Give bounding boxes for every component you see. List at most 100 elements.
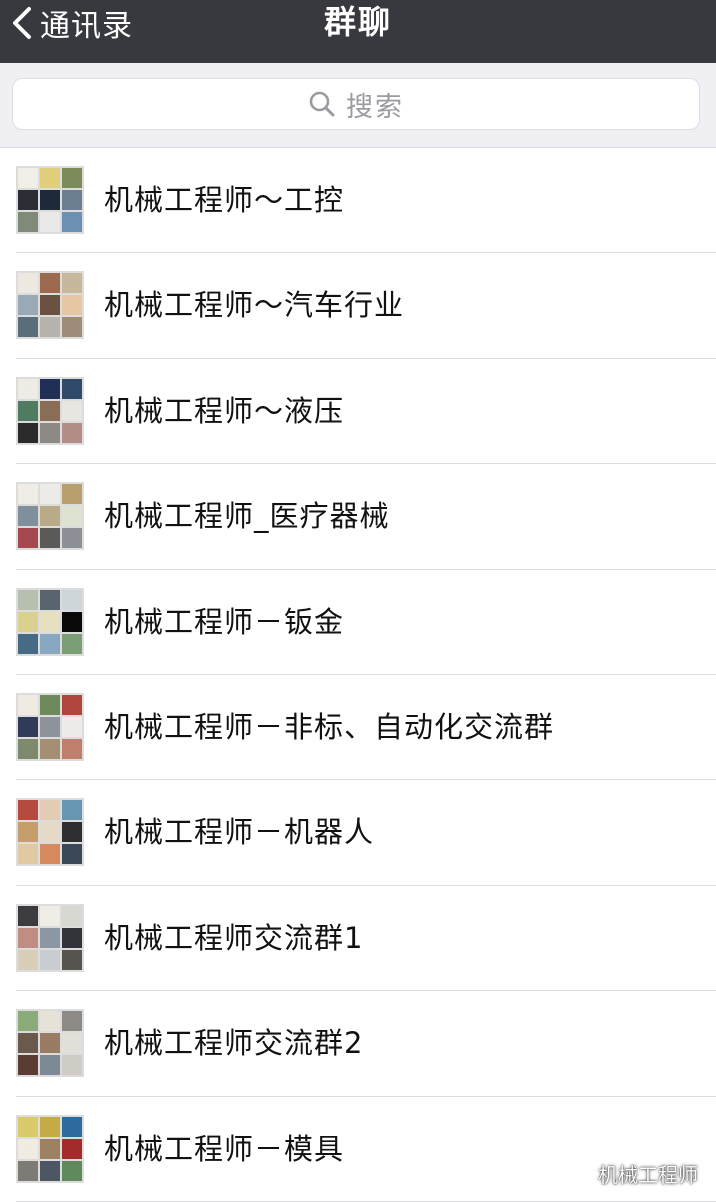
member-avatar-tile xyxy=(40,378,60,399)
member-avatar-tile xyxy=(40,212,60,232)
member-avatar-tile xyxy=(62,822,82,843)
group-avatar xyxy=(16,1009,84,1078)
member-avatar-tile xyxy=(18,1116,38,1137)
group-row[interactable]: 机械工程师交流群1 xyxy=(0,886,716,992)
group-name: 机械工程师－钣金 xyxy=(104,604,345,639)
member-avatar-tile xyxy=(40,589,60,610)
search-placeholder: 搜索 xyxy=(346,91,404,123)
member-avatar-tile xyxy=(40,422,60,443)
member-avatar-tile xyxy=(62,422,82,443)
group-name: 机械工程师－非标、自动化交流群 xyxy=(104,709,555,744)
group-name: 机械工程师－机器人 xyxy=(104,815,375,850)
member-avatar-tile xyxy=(62,1055,82,1076)
group-name: 机械工程师～液压 xyxy=(104,393,345,428)
group-avatar xyxy=(16,587,84,656)
group-name: 机械工程师_医疗器械 xyxy=(104,499,390,534)
member-avatar-tile xyxy=(18,905,38,926)
group-avatar xyxy=(16,798,84,867)
member-avatar-tile xyxy=(18,422,38,443)
member-avatar-tile xyxy=(62,1033,82,1054)
member-avatar-tile xyxy=(18,528,38,549)
member-avatar-tile xyxy=(40,190,60,210)
member-avatar-tile xyxy=(18,949,38,970)
navigation-bar: 通讯录 群聊 xyxy=(0,0,716,63)
group-row[interactable]: 机械工程师－钣金 xyxy=(0,570,716,676)
member-avatar-tile xyxy=(62,1160,82,1181)
member-avatar-tile xyxy=(40,1011,60,1032)
member-avatar-tile xyxy=(18,190,38,210)
member-avatar-tile xyxy=(62,738,82,759)
group-chats-screen: 通讯录 群聊 搜索 机械工程师～工控 机械工程师～汽车行业 机械工程师～液压 机械工程… xyxy=(0,0,716,1202)
member-avatar-tile xyxy=(40,528,60,549)
member-avatar-tile xyxy=(40,633,60,654)
member-avatar-tile xyxy=(40,611,60,632)
member-avatar-tile xyxy=(62,694,82,715)
member-avatar-tile xyxy=(40,400,60,421)
member-avatar-tile xyxy=(18,1033,38,1054)
member-avatar-tile xyxy=(40,1055,60,1076)
member-avatar-tile xyxy=(62,273,82,294)
group-row[interactable]: 机械工程师～汽车行业 xyxy=(0,253,716,360)
member-avatar-tile xyxy=(62,1138,82,1159)
member-avatar-tile xyxy=(18,506,38,527)
search-input[interactable]: 搜索 xyxy=(12,78,700,130)
wechat-official-icon xyxy=(571,1163,591,1184)
member-avatar-tile xyxy=(40,905,60,926)
page-title: 群聊 xyxy=(323,3,392,41)
group-avatar xyxy=(16,271,84,340)
group-row[interactable]: 机械工程师_医疗器械 xyxy=(0,464,716,570)
member-avatar-tile xyxy=(62,633,82,654)
member-avatar-tile xyxy=(62,506,82,527)
watermark: 机械工程师 xyxy=(570,1159,698,1188)
member-avatar-tile xyxy=(62,589,82,610)
member-avatar-tile xyxy=(62,1011,82,1032)
member-avatar-tile xyxy=(18,927,38,948)
group-row[interactable]: 机械工程师交流群2 xyxy=(0,991,716,1097)
group-avatar xyxy=(16,376,84,445)
member-avatar-tile xyxy=(18,800,38,821)
member-avatar-tile xyxy=(62,800,82,821)
member-avatar-tile xyxy=(18,1011,38,1032)
group-avatar xyxy=(16,482,84,551)
group-row[interactable]: 机械工程师～工控 xyxy=(0,148,716,254)
member-avatar-tile xyxy=(40,295,60,316)
group-list: 机械工程师～工控 机械工程师～汽车行业 机械工程师～液压 机械工程师_医疗器械 机械工程… xyxy=(0,148,716,1202)
group-row[interactable]: 机械工程师～液压 xyxy=(0,359,716,465)
member-avatar-tile xyxy=(62,378,82,399)
member-avatar-tile xyxy=(40,800,60,821)
member-avatar-tile xyxy=(18,589,38,610)
member-avatar-tile xyxy=(40,1138,60,1159)
member-avatar-tile xyxy=(18,484,38,505)
member-avatar-tile xyxy=(40,949,60,970)
member-avatar-tile xyxy=(62,528,82,549)
member-avatar-tile xyxy=(40,822,60,843)
member-avatar-tile xyxy=(18,400,38,421)
member-avatar-tile xyxy=(18,212,38,232)
group-row[interactable]: 机械工程师－非标、自动化交流群 xyxy=(0,675,716,781)
member-avatar-tile xyxy=(62,212,82,232)
member-avatar-tile xyxy=(62,400,82,421)
member-avatar-tile xyxy=(18,1160,38,1181)
member-avatar-tile xyxy=(62,1116,82,1137)
group-name: 机械工程师交流群2 xyxy=(104,1026,364,1061)
member-avatar-tile xyxy=(40,1033,60,1054)
member-avatar-tile xyxy=(40,168,60,188)
member-avatar-tile xyxy=(62,317,82,338)
group-avatar xyxy=(16,692,84,761)
member-avatar-tile xyxy=(18,822,38,843)
member-avatar-tile xyxy=(18,317,38,338)
group-row[interactable]: 机械工程师－机器人 xyxy=(0,780,716,887)
member-avatar-tile xyxy=(62,905,82,926)
member-avatar-tile xyxy=(18,716,38,737)
member-avatar-tile xyxy=(40,1160,60,1181)
group-name: 机械工程师交流群1 xyxy=(104,920,364,955)
member-avatar-tile xyxy=(62,611,82,632)
member-avatar-tile xyxy=(18,378,38,399)
member-avatar-tile xyxy=(62,716,82,737)
group-name: 机械工程师－模具 xyxy=(104,1131,345,1166)
member-avatar-tile xyxy=(62,168,82,188)
group-avatar xyxy=(16,166,84,234)
member-avatar-tile xyxy=(40,738,60,759)
member-avatar-tile xyxy=(18,694,38,715)
member-avatar-tile xyxy=(18,1055,38,1076)
